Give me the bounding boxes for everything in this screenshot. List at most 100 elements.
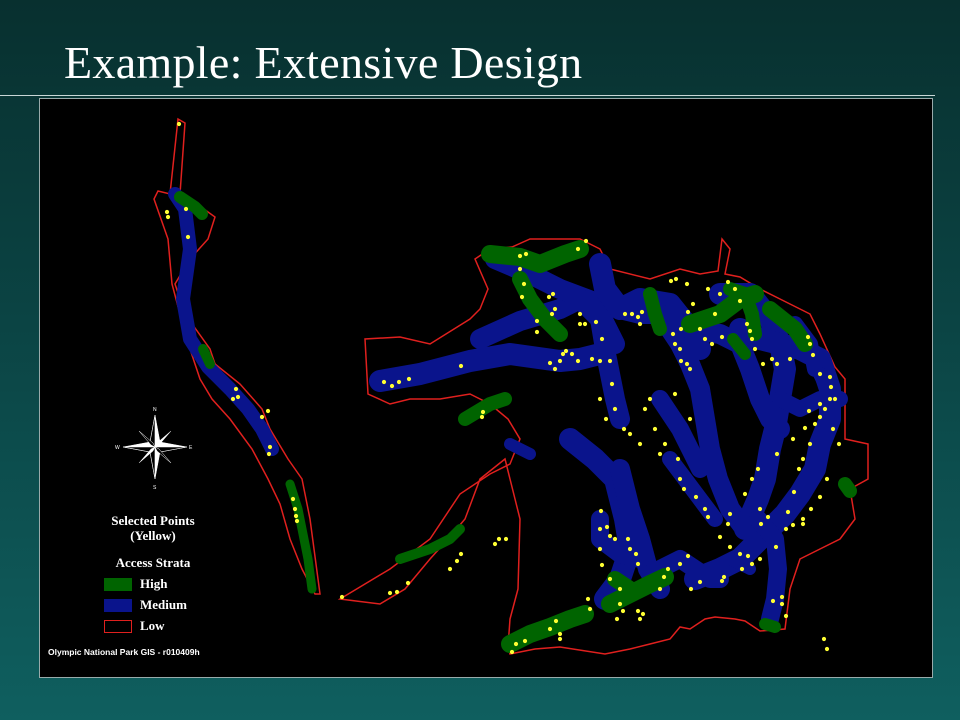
selected-point <box>597 526 603 532</box>
selected-point <box>598 508 604 514</box>
selected-point <box>549 311 555 317</box>
selected-point <box>290 496 296 502</box>
selected-point <box>685 553 691 559</box>
selected-point <box>755 466 761 472</box>
selected-point <box>717 291 723 297</box>
selected-point <box>294 518 300 524</box>
selected-point <box>806 408 812 414</box>
selected-point <box>534 329 540 335</box>
selected-point <box>725 279 731 285</box>
legend-swatch-low <box>104 619 132 633</box>
legend-strata-heading: Access Strata <box>115 555 191 570</box>
selected-point <box>607 358 613 364</box>
selected-point <box>677 561 683 567</box>
selected-point <box>612 406 618 412</box>
selected-point <box>675 456 681 462</box>
selected-point <box>557 631 563 637</box>
selected-point <box>560 351 566 357</box>
selected-point <box>607 533 613 539</box>
legend-title-line1: Selected Points <box>111 513 195 528</box>
selected-point <box>773 544 779 550</box>
selected-point <box>552 366 558 372</box>
selected-point <box>637 441 643 447</box>
selected-point <box>717 534 723 540</box>
selected-point <box>547 360 553 366</box>
selected-point <box>635 314 641 320</box>
selected-point <box>812 421 818 427</box>
selected-point <box>808 506 814 512</box>
selected-point <box>800 456 806 462</box>
selected-point <box>824 646 830 652</box>
selected-point <box>810 352 816 358</box>
selected-point <box>557 358 563 364</box>
map-graphic: N S E W <box>115 117 869 655</box>
selected-point <box>721 574 727 580</box>
selected-point <box>719 334 725 340</box>
selected-point <box>458 363 464 369</box>
selected-point <box>585 596 591 602</box>
selected-point <box>785 509 791 515</box>
selected-point <box>620 608 626 614</box>
selected-point <box>687 416 693 422</box>
selected-point <box>749 561 755 567</box>
selected-point <box>609 381 615 387</box>
legend-swatch-medium <box>104 598 132 612</box>
selected-point <box>687 366 693 372</box>
selected-point <box>235 394 241 400</box>
selected-point <box>688 586 694 592</box>
selected-point <box>396 379 402 385</box>
selected-point <box>575 246 581 252</box>
legend-label-high: High <box>140 576 168 591</box>
selected-point <box>690 301 696 307</box>
selected-point <box>817 401 823 407</box>
selected-point <box>677 346 683 352</box>
selected-point <box>705 286 711 292</box>
selected-point <box>684 361 690 367</box>
selected-point <box>727 544 733 550</box>
selected-point <box>517 266 523 272</box>
selected-point <box>292 506 298 512</box>
selected-point <box>557 636 563 642</box>
selected-point <box>779 594 785 600</box>
selected-point <box>339 594 345 600</box>
selected-point <box>599 562 605 568</box>
selected-point <box>681 486 687 492</box>
compass-north-label: N <box>153 407 157 413</box>
selected-point <box>757 556 763 562</box>
selected-point <box>642 406 648 412</box>
selected-point <box>802 425 808 431</box>
selected-point <box>796 466 802 472</box>
selected-point <box>657 586 663 592</box>
selected-point <box>479 414 485 420</box>
selected-point <box>737 298 743 304</box>
selected-point <box>685 309 691 315</box>
title-divider <box>0 95 935 96</box>
selected-point <box>668 278 674 284</box>
selected-point <box>597 396 603 402</box>
selected-point <box>406 376 412 382</box>
selected-point <box>652 426 658 432</box>
selected-point <box>817 494 823 500</box>
selected-point <box>673 276 679 282</box>
compass-south-label: S <box>153 485 157 491</box>
selected-point <box>827 374 833 380</box>
selected-point <box>597 358 603 364</box>
selected-point <box>827 396 833 402</box>
selected-point <box>744 321 750 327</box>
selected-point <box>259 414 265 420</box>
selected-point <box>747 328 753 334</box>
selected-point <box>575 358 581 364</box>
selected-point <box>637 321 643 327</box>
selected-point <box>828 384 834 390</box>
selected-point <box>627 546 633 552</box>
selected-point <box>447 566 453 572</box>
selected-point <box>697 579 703 585</box>
selected-point <box>783 613 789 619</box>
selected-point <box>783 526 789 532</box>
selected-point <box>727 511 733 517</box>
selected-point <box>745 553 751 559</box>
selected-point <box>185 234 191 240</box>
selected-point <box>612 536 618 542</box>
selected-point <box>787 356 793 362</box>
selected-point <box>725 521 731 527</box>
